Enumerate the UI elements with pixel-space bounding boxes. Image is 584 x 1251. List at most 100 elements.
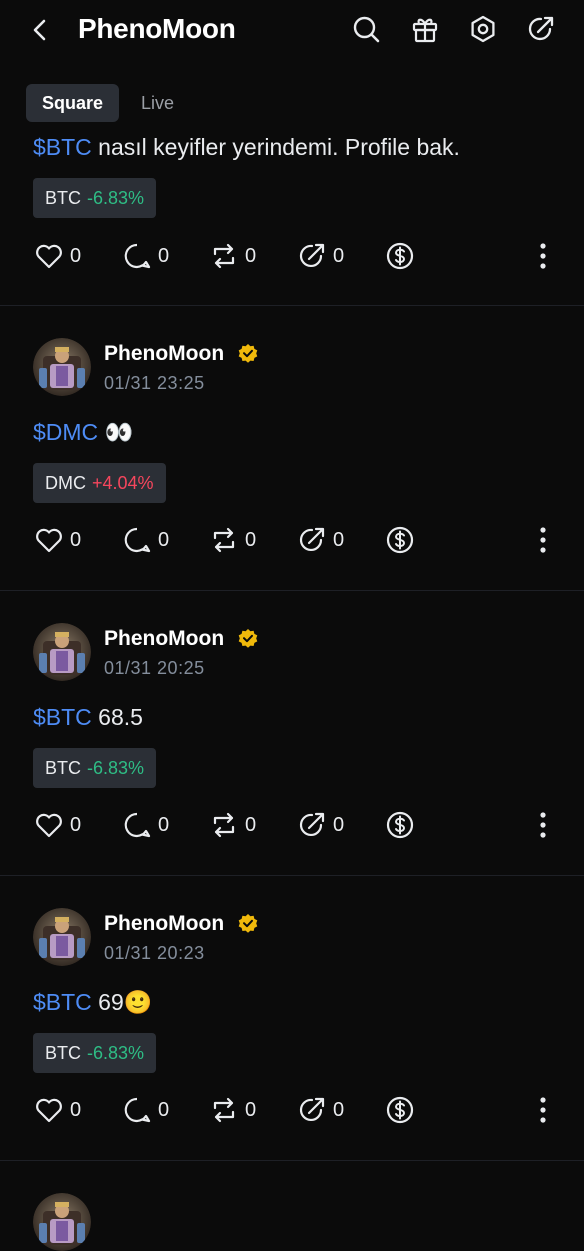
action-bar: 0 0 0 0 [0, 524, 584, 556]
chip-symbol: BTC [45, 188, 81, 208]
share-count: 0 [333, 244, 345, 267]
share-arrow-icon [299, 1097, 325, 1122]
comment-button[interactable]: 0 [122, 809, 169, 841]
ticker-tag[interactable]: $DMC [33, 419, 98, 445]
chip-symbol: BTC [45, 1043, 81, 1063]
tip-button[interactable] [385, 524, 415, 556]
comment-count: 0 [158, 244, 170, 267]
repost-icon [213, 812, 235, 838]
heart-icon [36, 528, 62, 553]
ticker-tag[interactable]: $BTC [33, 989, 92, 1015]
comment-icon [124, 1097, 151, 1123]
repost-count: 0 [245, 813, 257, 836]
repost-count: 0 [245, 244, 257, 267]
ticker-tag[interactable]: $BTC [33, 704, 92, 730]
post-card[interactable]: $BTC nasıl keyifler yerindemi. Profile b… [0, 0, 584, 306]
dollar-coin-icon [386, 526, 414, 554]
avatar[interactable] [33, 338, 91, 396]
chip-symbol: BTC [45, 758, 81, 778]
share-count: 0 [333, 1098, 345, 1121]
more-options-icon[interactable] [530, 524, 556, 556]
like-count: 0 [70, 528, 82, 551]
like-button[interactable]: 0 [34, 240, 81, 272]
post-timestamp: 01/31 20:23 [104, 943, 205, 963]
repost-button[interactable]: 0 [209, 809, 256, 841]
share-arrow-icon [299, 812, 325, 837]
post-card[interactable]: PhenoMoon 01/31 20:25 $BTC 68.5 BTC -6.83… [0, 591, 584, 876]
author-name[interactable]: PhenoMoon [104, 912, 224, 936]
repost-button[interactable]: 0 [209, 1094, 256, 1126]
more-options-icon[interactable] [530, 809, 556, 841]
chip-symbol: DMC [45, 473, 86, 493]
comment-button[interactable]: 0 [122, 1094, 169, 1126]
repost-button[interactable]: 0 [209, 524, 256, 556]
repost-icon [213, 243, 235, 269]
action-bar: 0 0 0 0 [0, 1094, 584, 1126]
post-content: $DMC 👀 [33, 419, 133, 446]
tip-button[interactable] [385, 1094, 415, 1126]
chip-change: -6.83% [87, 758, 145, 778]
dollar-coin-icon [386, 1096, 414, 1124]
verified-badge-icon [238, 629, 258, 648]
comment-count: 0 [158, 813, 170, 836]
author-name[interactable]: PhenoMoon [104, 342, 224, 366]
avatar[interactable] [33, 908, 91, 966]
verified-badge-icon [238, 344, 258, 363]
verified-badge-icon [238, 914, 258, 933]
post-card[interactable]: PhenoMoon 01/31 20:23 $BTC 69🙂 BTC -6.83%… [0, 876, 584, 1161]
avatar[interactable] [33, 623, 91, 681]
post-text: 69🙂 [91, 989, 153, 1015]
post-card[interactable]: PhenoMoon 01/31 23:25 $DMC 👀 DMC +4.04% 0… [0, 306, 584, 591]
share-arrow-icon [299, 527, 325, 552]
post-content: $BTC 68.5 [33, 704, 143, 731]
repost-count: 0 [245, 528, 257, 551]
more-options-icon[interactable] [530, 1094, 556, 1126]
ticker-chip[interactable]: BTC -6.83% [33, 178, 157, 218]
repost-icon [213, 527, 235, 553]
repost-icon [213, 1097, 235, 1123]
comment-count: 0 [158, 528, 170, 551]
share-button[interactable]: 0 [297, 524, 344, 556]
tip-button[interactable] [385, 240, 415, 272]
chip-change: -6.83% [87, 1043, 145, 1063]
comment-button[interactable]: 0 [122, 240, 169, 272]
post-text: 68.5 [91, 704, 143, 730]
tip-button[interactable] [385, 809, 415, 841]
ticker-tag[interactable]: $BTC [33, 134, 92, 160]
share-button[interactable]: 0 [297, 240, 344, 272]
action-bar: 0 0 0 0 [0, 240, 584, 272]
like-button[interactable]: 0 [34, 524, 81, 556]
repost-button[interactable]: 0 [209, 240, 256, 272]
like-count: 0 [70, 813, 82, 836]
dollar-coin-icon [386, 242, 414, 270]
share-button[interactable]: 0 [297, 809, 344, 841]
chip-change: -6.83% [87, 188, 145, 208]
share-button[interactable]: 0 [297, 1094, 344, 1126]
post-timestamp: 01/31 20:25 [104, 658, 205, 678]
share-count: 0 [333, 813, 345, 836]
ticker-chip[interactable]: BTC -6.83% [33, 748, 157, 788]
comment-count: 0 [158, 1098, 170, 1121]
author-name[interactable]: PhenoMoon [104, 627, 224, 651]
heart-icon [36, 813, 62, 838]
avatar[interactable] [33, 1193, 91, 1251]
post-content: $BTC 69🙂 [33, 989, 152, 1016]
like-count: 0 [70, 1098, 82, 1121]
like-button[interactable]: 0 [34, 809, 81, 841]
post-text: 👀 [98, 419, 134, 445]
heart-icon [36, 1098, 62, 1123]
comment-icon [124, 812, 151, 838]
more-options-icon[interactable] [530, 240, 556, 272]
repost-count: 0 [245, 1098, 257, 1121]
action-bar: 0 0 0 0 [0, 809, 584, 841]
ticker-chip[interactable]: BTC -6.83% [33, 1033, 157, 1073]
comment-button[interactable]: 0 [122, 524, 169, 556]
comment-icon [124, 243, 151, 269]
comment-icon [124, 527, 151, 553]
ticker-chip[interactable]: DMC +4.04% [33, 463, 166, 503]
post-text: nasıl keyifler yerindemi. Profile bak. [91, 134, 460, 160]
like-count: 0 [70, 244, 82, 267]
share-arrow-icon [299, 243, 325, 268]
divider [0, 1160, 584, 1161]
like-button[interactable]: 0 [34, 1094, 81, 1126]
